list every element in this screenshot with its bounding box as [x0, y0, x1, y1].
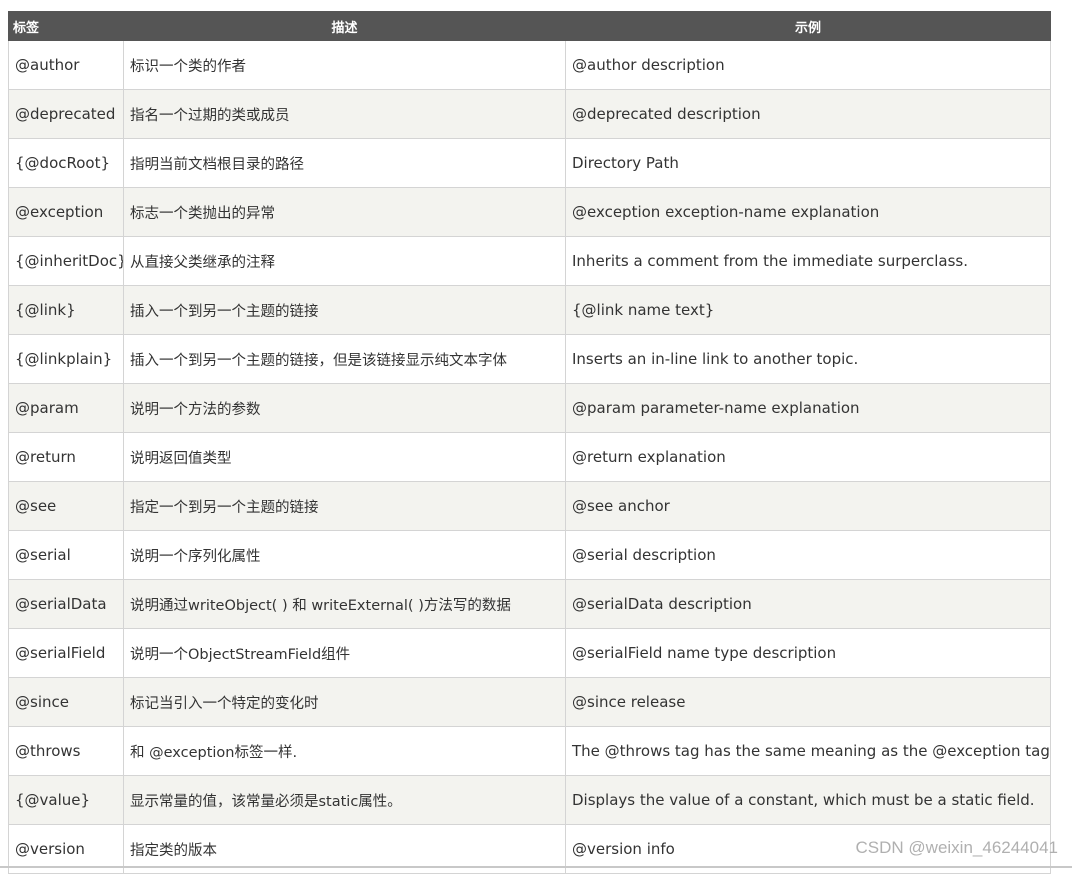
cell-description: 插入一个到另一个主题的链接 — [123, 285, 566, 335]
cell-description: 插入一个到另一个主题的链接，但是该链接显示纯文本字体 — [123, 334, 566, 384]
cell-example: {@link name text} — [565, 285, 1051, 335]
cell-example: The @throws tag has the same meaning as … — [565, 726, 1051, 776]
cell-tag: {@linkplain} — [8, 334, 124, 384]
cell-description: 指明当前文档根目录的路径 — [123, 138, 566, 188]
cell-example: @exception exception-name explanation — [565, 187, 1051, 237]
bottom-divider — [0, 866, 1072, 868]
cell-description: 说明返回值类型 — [123, 432, 566, 482]
header-example: 示例 — [565, 11, 1051, 41]
cell-example: @deprecated description — [565, 89, 1051, 139]
table-row: @see 指定一个到另一个主题的链接 @see anchor — [8, 481, 1051, 531]
cell-tag: @serial — [8, 530, 124, 580]
cell-tag: @serialField — [8, 628, 124, 678]
watermark: CSDN @weixin_46244041 — [855, 838, 1058, 857]
cell-tag: @since — [8, 677, 124, 727]
cell-tag: @param — [8, 383, 124, 433]
table-row: {@link} 插入一个到另一个主题的链接 {@link name text} — [8, 285, 1051, 335]
cell-tag: {@value} — [8, 775, 124, 825]
table-header-row: 标签 描述 示例 — [8, 11, 1051, 41]
table-row: @exception 标志一个类抛出的异常 @exception excepti… — [8, 187, 1051, 237]
table-row: {@docRoot} 指明当前文档根目录的路径 Directory Path — [8, 138, 1051, 188]
table-row: @serial 说明一个序列化属性 @serial description — [8, 530, 1051, 580]
cell-tag: {@inheritDoc} — [8, 236, 124, 286]
cell-example: @since release — [565, 677, 1051, 727]
cell-example: @param parameter-name explanation — [565, 383, 1051, 433]
cell-example: @serialField name type description — [565, 628, 1051, 678]
cell-description: 显示常量的值，该常量必须是static属性。 — [123, 775, 566, 825]
table-row: @param 说明一个方法的参数 @param parameter-name e… — [8, 383, 1051, 433]
cell-tag: {@docRoot} — [8, 138, 124, 188]
cell-tag: @throws — [8, 726, 124, 776]
cell-description: 说明通过writeObject( ) 和 writeExternal( )方法写… — [123, 579, 566, 629]
table-row: @serialField 说明一个ObjectStreamField组件 @se… — [8, 628, 1051, 678]
cell-example: @see anchor — [565, 481, 1051, 531]
cell-description: 标志一个类抛出的异常 — [123, 187, 566, 237]
table-row: @author 标识一个类的作者 @author description — [8, 40, 1051, 90]
cell-description: 标识一个类的作者 — [123, 40, 566, 90]
cell-description: 和 @exception标签一样. — [123, 726, 566, 776]
cell-tag: {@link} — [8, 285, 124, 335]
cell-example: Inherits a comment from the immediate su… — [565, 236, 1051, 286]
table-row: @since 标记当引入一个特定的变化时 @since release — [8, 677, 1051, 727]
cell-tag: @exception — [8, 187, 124, 237]
cell-tag: @author — [8, 40, 124, 90]
cell-example: @serialData description — [565, 579, 1051, 629]
cell-tag: @see — [8, 481, 124, 531]
cell-tag: @serialData — [8, 579, 124, 629]
cell-tag: @return — [8, 432, 124, 482]
cell-tag: @deprecated — [8, 89, 124, 139]
table-row: @deprecated 指名一个过期的类或成员 @deprecated desc… — [8, 89, 1051, 139]
javadoc-tags-table: 标签 描述 示例 @author 标识一个类的作者 @author descri… — [8, 11, 1051, 874]
cell-example: Displays the value of a constant, which … — [565, 775, 1051, 825]
table-row: {@inheritDoc} 从直接父类继承的注释 Inherits a comm… — [8, 236, 1051, 286]
cell-example: @return explanation — [565, 432, 1051, 482]
cell-description: 标记当引入一个特定的变化时 — [123, 677, 566, 727]
cell-description: 说明一个方法的参数 — [123, 383, 566, 433]
cell-description: 说明一个序列化属性 — [123, 530, 566, 580]
cell-example: @serial description — [565, 530, 1051, 580]
table-row: {@linkplain} 插入一个到另一个主题的链接，但是该链接显示纯文本字体 … — [8, 334, 1051, 384]
header-tag: 标签 — [8, 11, 124, 41]
cell-description: 从直接父类继承的注释 — [123, 236, 566, 286]
table-body: @author 标识一个类的作者 @author description @de… — [8, 40, 1051, 874]
table-row: @serialData 说明通过writeObject( ) 和 writeEx… — [8, 579, 1051, 629]
cell-description: 指定一个到另一个主题的链接 — [123, 481, 566, 531]
table-row: @return 说明返回值类型 @return explanation — [8, 432, 1051, 482]
table-row: @throws 和 @exception标签一样. The @throws ta… — [8, 726, 1051, 776]
cell-description: 说明一个ObjectStreamField组件 — [123, 628, 566, 678]
cell-example: Directory Path — [565, 138, 1051, 188]
cell-description: 指名一个过期的类或成员 — [123, 89, 566, 139]
cell-example: @author description — [565, 40, 1051, 90]
cell-example: Inserts an in-line link to another topic… — [565, 334, 1051, 384]
header-description: 描述 — [123, 11, 566, 41]
table-row: {@value} 显示常量的值，该常量必须是static属性。 Displays… — [8, 775, 1051, 825]
